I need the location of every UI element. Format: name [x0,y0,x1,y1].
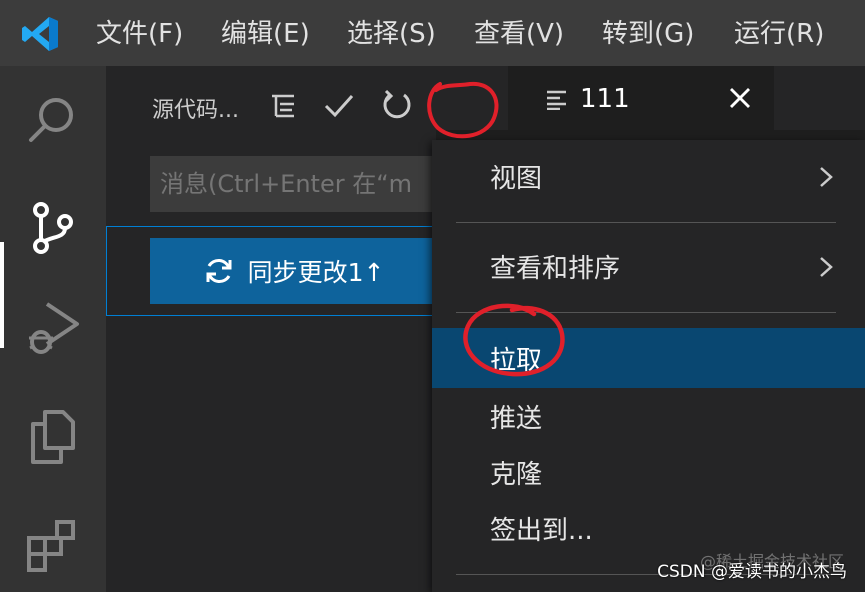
menu-separator [456,312,836,313]
menu-item-pull[interactable]: 拉取 [432,328,865,388]
menu-go[interactable]: 转到(G) [602,14,694,54]
menu-item-push[interactable]: 推送 [432,386,865,446]
menu-separator [456,222,836,223]
menu-item-label: 视图 [490,164,543,194]
active-indicator [0,242,4,348]
explorer-icon[interactable] [23,406,83,466]
run-debug-icon[interactable] [23,298,83,358]
lines-icon [547,90,566,110]
tab-label: 111 [580,84,630,114]
commit-message-input[interactable] [150,156,436,212]
more-actions-context-menu: 视图 查看和排序 拉取 推送 克隆 签出到... [432,140,865,592]
title-bar: 文件(F) 编辑(E) 选择(S) 查看(V) 转到(G) 运行(R) [0,0,865,66]
sync-changes-button[interactable]: 同步更改1↑ [150,238,436,304]
menu-item-view[interactable]: 视图 [432,146,865,206]
watermark: CSDN @爱读书的小杰鸟 [657,562,847,582]
menu-item-view-and-sort[interactable]: 查看和排序 [432,236,865,296]
menu-item-clone[interactable]: 克隆 [432,442,865,502]
menu-view[interactable]: 查看(V) [474,14,564,54]
menu-item-label: 克隆 [490,460,543,490]
menu-file[interactable]: 文件(F) [96,14,183,54]
source-control-sidebar: 源代码... 同步更改1↑ [106,66,436,592]
editor-tab[interactable]: 111 [508,66,774,130]
chevron-right-icon [820,257,833,277]
refresh-icon[interactable] [380,88,414,122]
extensions-icon[interactable] [23,516,83,576]
menu-item-label: 推送 [490,404,543,434]
menu-item-label: 签出到... [490,516,593,546]
menu-item-label: 查看和排序 [490,254,621,284]
chevron-right-icon [820,167,833,187]
sync-icon [206,259,232,283]
activity-bar [0,66,106,592]
sync-button-label: 同步更改1↑ [247,258,385,287]
menu-selection[interactable]: 选择(S) [347,14,436,54]
source-control-icon[interactable] [23,198,83,258]
menu-run[interactable]: 运行(R) [734,14,824,54]
close-icon[interactable] [726,84,754,112]
search-icon[interactable] [23,90,83,150]
menu-edit[interactable]: 编辑(E) [221,14,310,54]
vscode-logo-icon [22,17,58,51]
tab-strip-empty [774,66,865,130]
sidebar-header: 源代码... [106,66,436,146]
tab-strip [436,66,508,130]
view-as-tree-icon[interactable] [266,88,300,122]
menu-item-label: 拉取 [490,346,543,376]
commit-check-icon[interactable] [322,88,356,122]
sidebar-title: 源代码... [152,98,239,123]
